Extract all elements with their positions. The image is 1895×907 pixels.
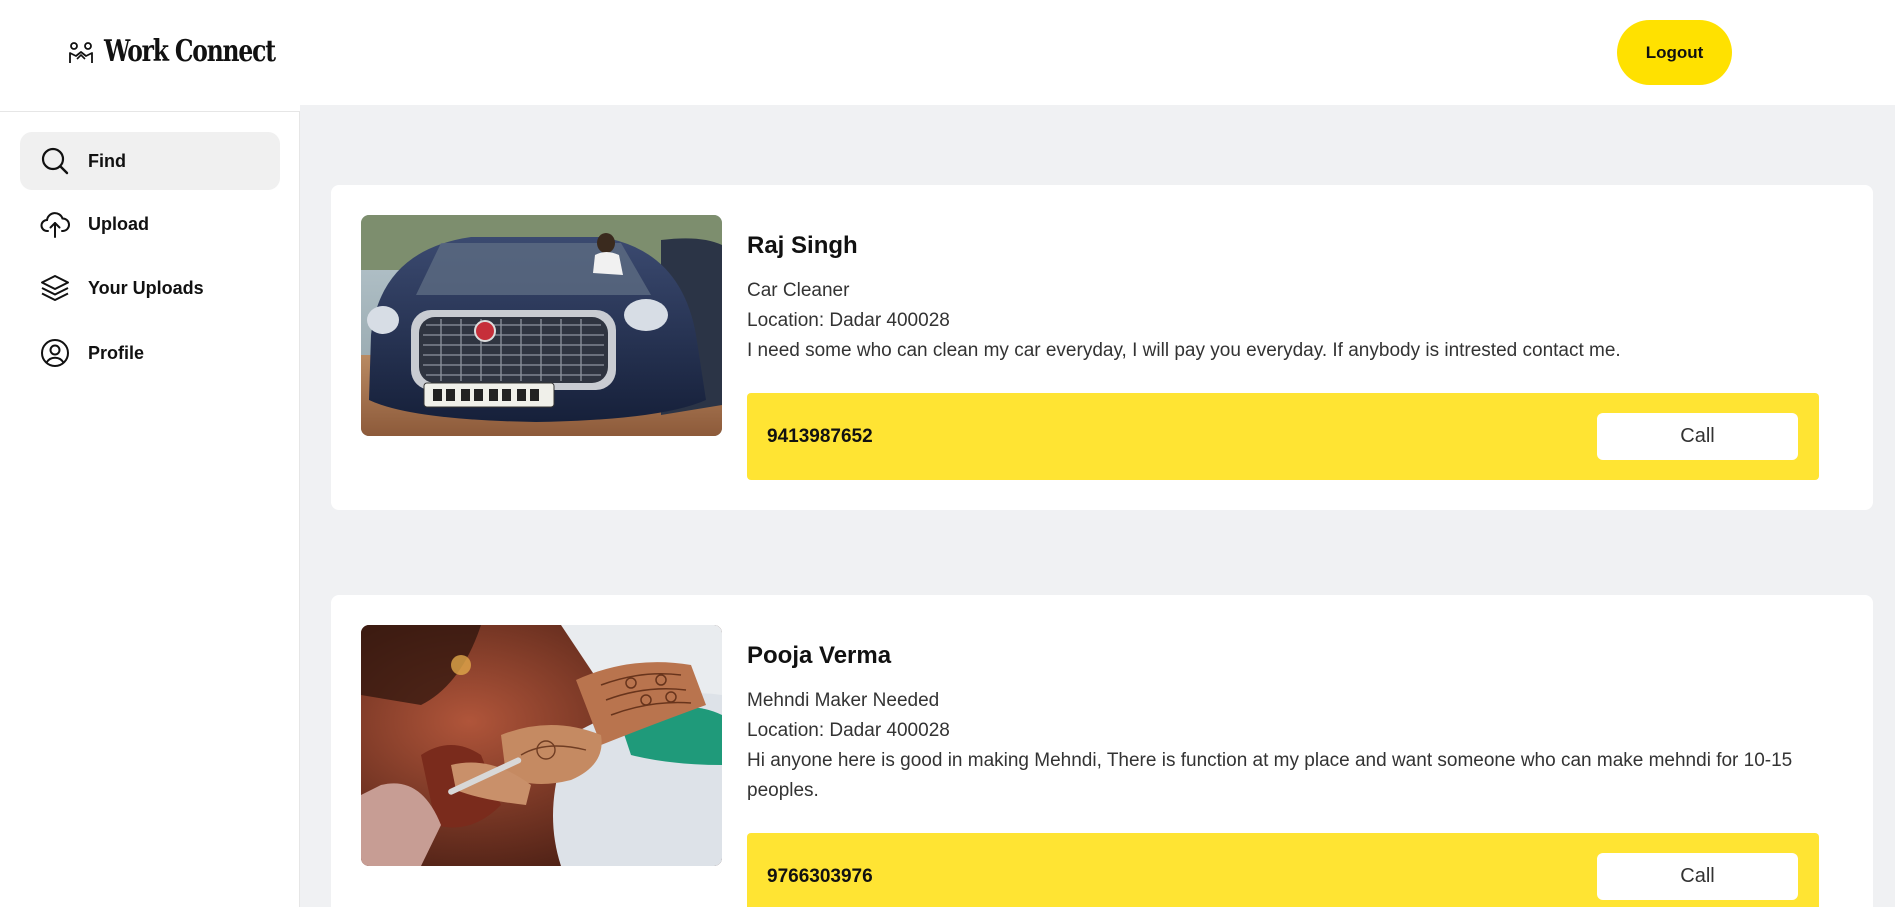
listing-name: Raj Singh (747, 232, 858, 259)
listing-card: Pooja Verma Mehndi Maker Needed Location… (331, 595, 1873, 907)
call-button[interactable]: Call (1597, 853, 1798, 900)
listing-title: Car Cleaner (747, 280, 850, 301)
logout-button[interactable]: Logout (1617, 20, 1732, 85)
sidebar-item-find[interactable]: Find (20, 132, 280, 190)
sidebar-item-label: Find (88, 150, 126, 171)
sidebar-item-profile[interactable]: Profile (20, 324, 280, 382)
main-content: Raj Singh Car Cleaner Location: Dadar 40… (300, 105, 1895, 907)
sidebar: Find Upload Your Uploads Profile (0, 112, 300, 907)
sidebar-item-label: Your Uploads (88, 277, 204, 298)
search-icon (40, 146, 70, 176)
sidebar-item-label: Upload (88, 213, 149, 234)
listing-location: Location: Dadar 400028 (747, 720, 950, 741)
layers-icon (40, 273, 70, 303)
listing-title: Mehndi Maker Needed (747, 690, 940, 711)
listing-description: Hi anyone here is good in making Mehndi,… (747, 750, 1793, 801)
listing-description: I need some who can clean my car everyda… (747, 340, 1621, 361)
top-header: Work Connect Logout (0, 0, 1895, 105)
listing-details: Raj Singh Car Cleaner Location: Dadar 40… (747, 215, 1819, 480)
app-title: Work Connect (104, 34, 276, 69)
listing-image-car (361, 215, 722, 436)
contact-bar: 9413987652 Call (747, 393, 1819, 480)
listing-image-mehndi (361, 625, 722, 866)
listing-location: Location: Dadar 400028 (747, 310, 950, 331)
listing-name: Pooja Verma (747, 642, 892, 669)
phone-number: 9766303976 (767, 866, 873, 887)
user-circle-icon (40, 338, 70, 368)
sidebar-item-your-uploads[interactable]: Your Uploads (20, 259, 280, 317)
sidebar-item-label: Profile (88, 342, 145, 363)
call-button[interactable]: Call (1597, 413, 1798, 460)
listing-card: Raj Singh Car Cleaner Location: Dadar 40… (331, 185, 1873, 510)
app-logo[interactable]: Work Connect (68, 34, 323, 69)
sidebar-item-upload[interactable]: Upload (20, 195, 280, 253)
contact-bar: 9766303976 Call (747, 833, 1819, 907)
listing-details: Pooja Verma Mehndi Maker Needed Location… (747, 625, 1819, 907)
cloud-upload-icon (40, 209, 70, 239)
handshake-logo-icon (69, 41, 93, 63)
phone-number: 9413987652 (767, 426, 873, 447)
